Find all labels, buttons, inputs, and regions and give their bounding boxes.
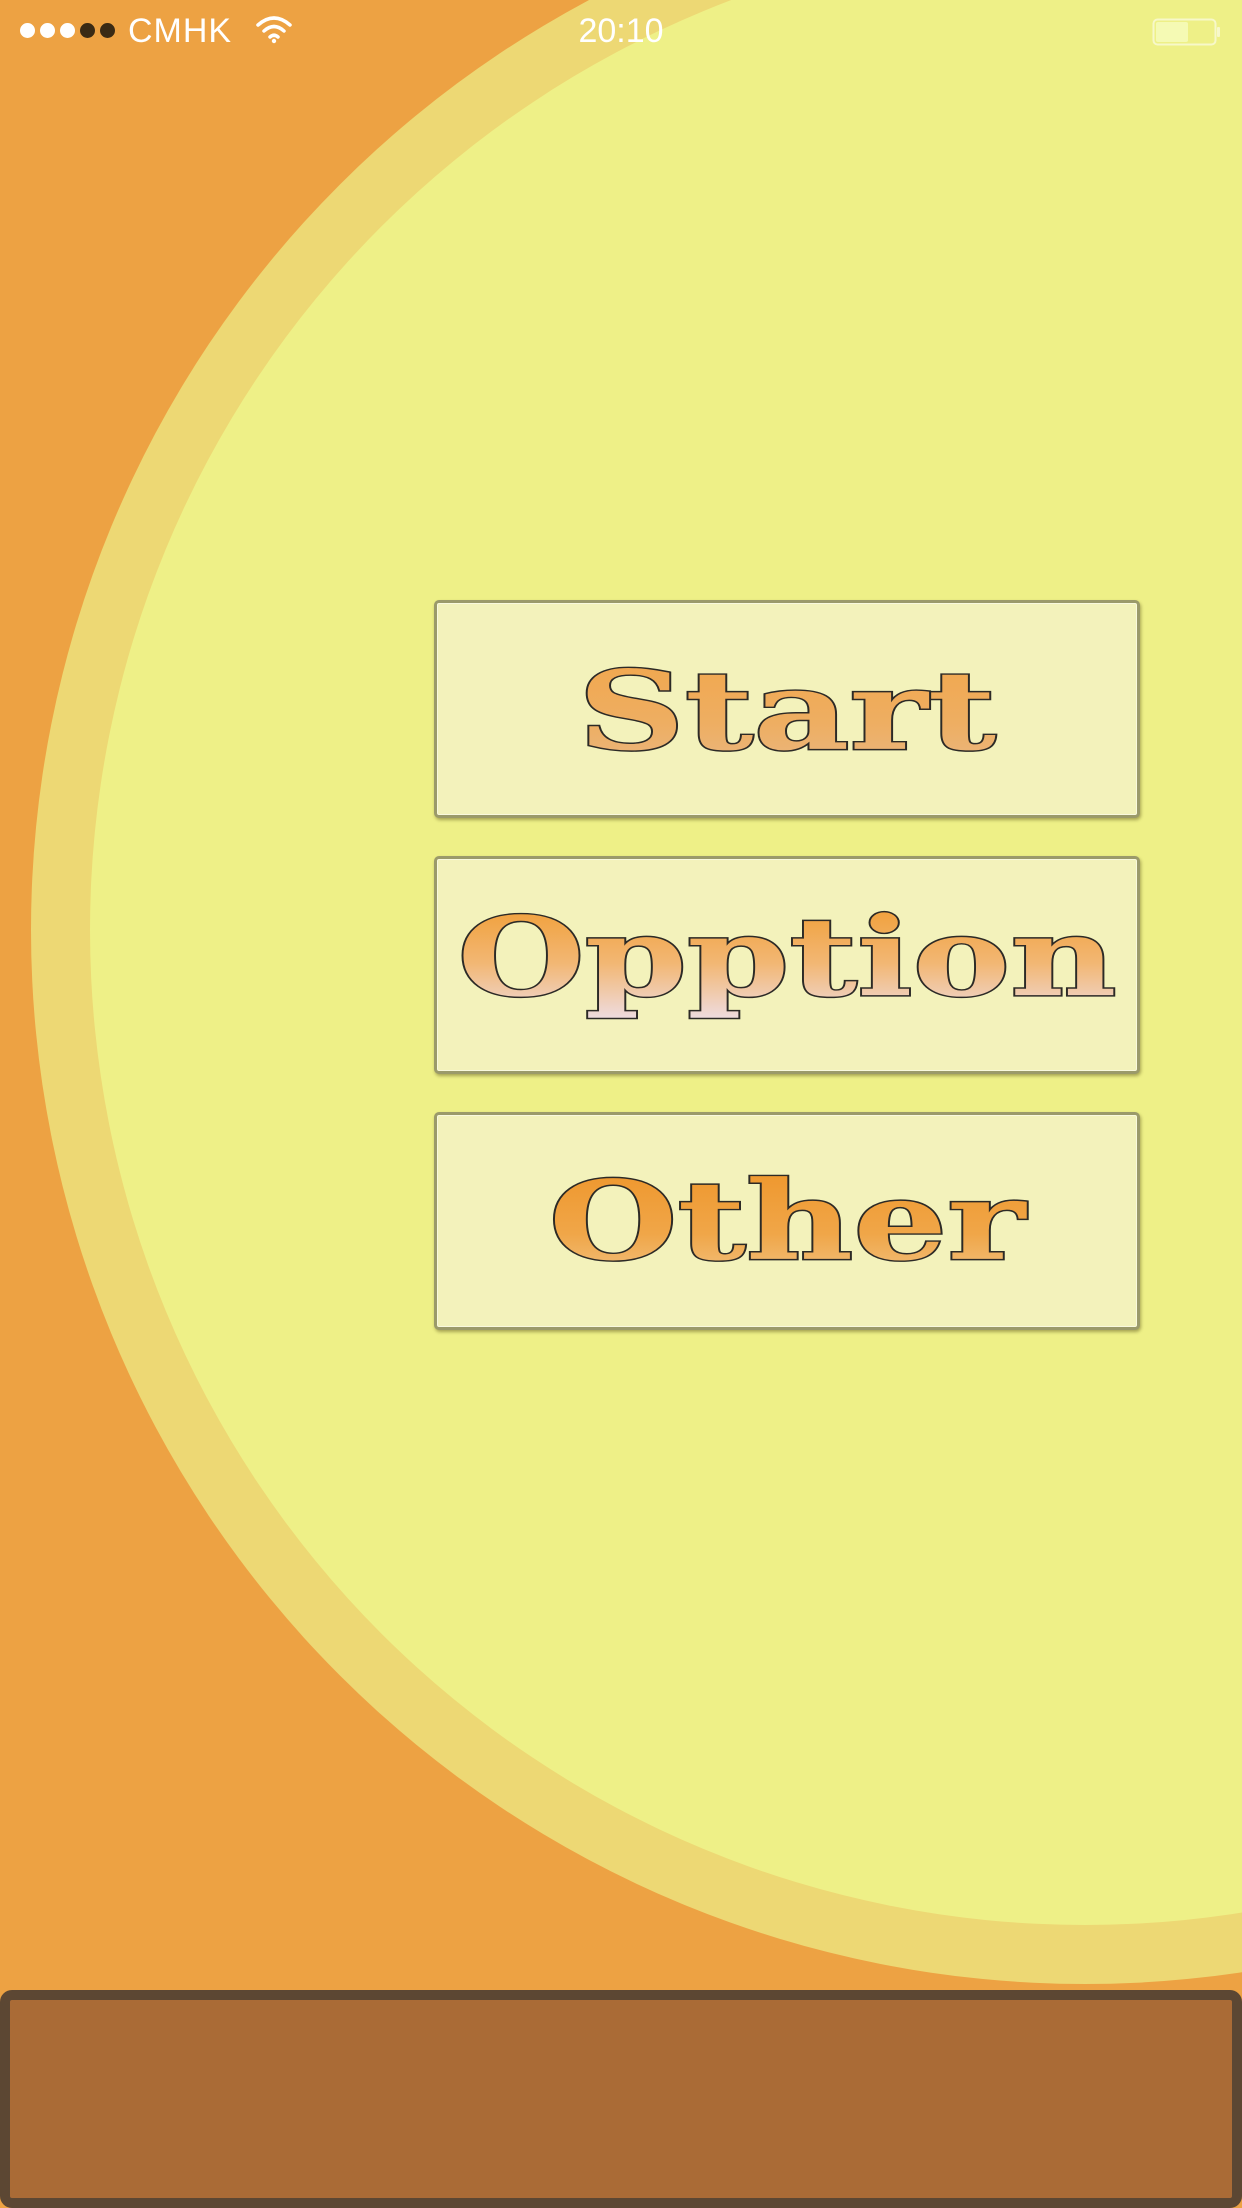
bottom-panel [0,1990,1242,2208]
status-bar: CMHK 20:10 [0,0,1242,64]
option-button-graphic: Opption [456,892,1118,1023]
other-button-graphic: Other [547,1155,1029,1286]
option-label: Opption [457,893,1116,1021]
start-label: Start [578,647,996,775]
option-button[interactable]: Opption [434,856,1140,1074]
other-button[interactable]: Other [434,1112,1140,1330]
start-button-graphic: Start [576,645,997,776]
battery-icon [1152,18,1220,46]
status-time: 20:10 [578,12,664,50]
background [0,0,1242,2208]
start-button[interactable]: Start [434,600,1140,818]
other-label: Other [549,1157,1028,1285]
